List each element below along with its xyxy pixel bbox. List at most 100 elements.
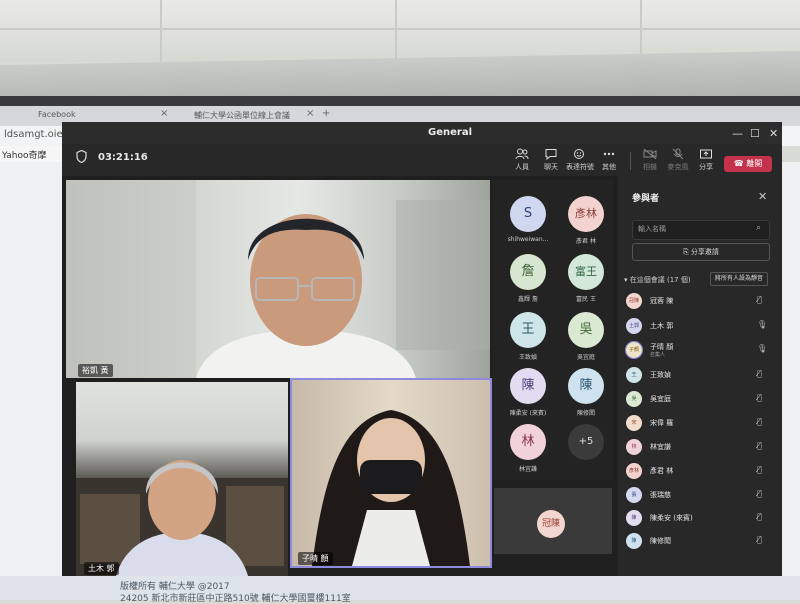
avatar-name: 陳修閎 <box>576 410 595 417</box>
participant-avatar: 張 <box>626 487 642 503</box>
mic-muted-icon: 🎙̸ <box>757 369 762 378</box>
avatar-tile[interactable]: 林 林宜謙 <box>498 424 558 473</box>
speaker-video <box>66 180 490 378</box>
close-icon[interactable]: ✕ <box>769 127 778 140</box>
avatar-tile[interactable]: 王 王致媜 <box>498 312 558 361</box>
toolbar-share-button[interactable]: 分享 <box>689 148 723 172</box>
avatar: 詹 <box>510 254 546 290</box>
avatar-name: 王致媜 <box>518 354 537 361</box>
participant-name: 王致媜 <box>650 371 671 379</box>
avatar-tile[interactable]: 陳 陳修閎 <box>556 368 616 417</box>
mic-muted-icon: 🎙̸ <box>757 465 762 474</box>
mic-muted-icon: 🎙̸ <box>757 295 762 304</box>
toolbar-more-button[interactable]: 其他 <box>592 148 626 172</box>
mute-all-button[interactable]: 將所有人設為靜音 <box>710 272 768 286</box>
avatar: 陳 <box>568 368 604 404</box>
more-participants-count: +5 <box>568 424 604 460</box>
avatar-tile[interactable]: 彥林 彥君 林 <box>556 196 616 245</box>
participant-name: 張瑞慈 <box>650 491 671 499</box>
participant-avatar: 土郭 <box>626 318 642 334</box>
video-tile-bottom-left[interactable]: 土木 郭 <box>76 382 288 576</box>
avatar-tile[interactable]: 詹 鑫輝 詹 <box>498 254 558 303</box>
share-invite-button[interactable]: ⎘ 分享邀請 <box>632 243 770 261</box>
in-meeting-section-header[interactable]: ▾ 在這個會議 (17 個) <box>624 275 691 285</box>
share-icon <box>700 149 712 159</box>
leave-label: 離開 <box>746 159 763 168</box>
chevron-down-icon: ▾ <box>624 276 628 284</box>
shield-icon <box>76 150 87 163</box>
share-invite-icon: ⎘ <box>683 248 689 256</box>
participant-row[interactable]: 吳 吳宜庭 🎙̸ <box>626 391 776 411</box>
participant-row[interactable]: 彥林 彥君 林 🎙̸ <box>626 463 776 483</box>
mic-off-icon <box>672 148 684 160</box>
mic-on-icon: 🎙 <box>757 320 768 329</box>
participant-row[interactable]: 子顏 子晴 顏 召集人 🎙 <box>625 341 776 362</box>
browser-tab-meeting[interactable]: 輔仁大學公函單位線上會議 <box>194 110 290 121</box>
participant-row[interactable]: 土郭 土木 郭 🎙 <box>626 318 776 338</box>
participant-avatar: 子顏 <box>625 341 643 359</box>
video-tile-main[interactable]: 裕凱 黃 <box>66 180 490 378</box>
ceiling-tile-line <box>0 28 800 30</box>
participant-video <box>76 460 288 576</box>
search-placeholder: 輸入名稱 <box>638 225 666 233</box>
participant-name: 宋偉 羅 <box>650 419 674 427</box>
mic-muted-icon: 🎙̸ <box>757 535 762 544</box>
avatar-name: 陳柔安 (來賓) <box>509 410 547 417</box>
participant-avatar: 彥林 <box>626 463 642 479</box>
panel-title: 參與者 <box>632 194 660 204</box>
avatar-name: 彥君 林 <box>576 238 596 245</box>
participant-row[interactable]: 冠陳 冠蓉 陳 🎙̸ <box>626 293 776 313</box>
new-tab-icon[interactable]: + <box>322 108 330 119</box>
participant-role: 召集人 <box>650 352 666 358</box>
participant-avatar: 吳 <box>626 391 642 407</box>
participant-avatar: 林 <box>626 439 642 455</box>
ceiling-tile-line <box>395 0 397 62</box>
participant-row[interactable]: 陳 陳柔安 (來賓) 🎙̸ <box>626 510 776 530</box>
avatar-name: shihweiwan... <box>507 236 549 243</box>
avatar-tile[interactable]: 富王 富民 王 <box>556 254 616 303</box>
mic-muted-icon: 🎙̸ <box>757 489 762 498</box>
toolbar-more-label: 其他 <box>602 163 616 171</box>
bookmark-yahoo[interactable]: Yahoo奇摩 <box>2 148 47 161</box>
mic-muted-icon: 🎙̸ <box>757 393 762 402</box>
participant-name: 彥君 林 <box>650 467 674 475</box>
ceiling-tile-line <box>640 0 642 62</box>
avatar-name: 吳宜庭 <box>576 354 595 361</box>
participant-row[interactable]: 張 張瑞慈 🎙̸ <box>626 487 776 507</box>
share-invite-label: 分享邀請 <box>690 248 719 256</box>
participant-row[interactable]: 王 王致媜 🎙̸ <box>626 367 776 387</box>
browser-tab-facebook[interactable]: Facebook <box>38 110 76 119</box>
people-icon <box>515 148 529 160</box>
participant-name-tag: 子晴 顏 <box>298 552 333 565</box>
avatar: 富王 <box>568 254 604 290</box>
phone-hangup-icon: ☎ <box>733 159 744 168</box>
search-icon: ⌕ <box>756 223 762 233</box>
tab-close-icon[interactable]: × <box>306 108 314 119</box>
avatar-tile[interactable]: S shihweiwan... <box>498 196 558 243</box>
avatar: 王 <box>510 312 546 348</box>
mic-muted-icon: 🎙̸ <box>757 417 762 426</box>
more-participants-tile[interactable]: +5 <box>556 424 616 460</box>
avatar-tile[interactable]: 吳 吳宜庭 <box>556 312 616 361</box>
tab-close-icon[interactable]: × <box>160 108 168 119</box>
window-title: General <box>428 127 472 138</box>
maximize-icon[interactable]: ☐ <box>750 127 760 140</box>
participant-avatar: 宋 <box>626 415 642 431</box>
participant-row[interactable]: 陳 陳修閎 🎙̸ <box>626 533 776 553</box>
participant-row[interactable]: 宋 宋偉 羅 🎙̸ <box>626 415 776 435</box>
close-icon[interactable]: ✕ <box>758 190 767 203</box>
avatar-tile[interactable]: 陳 陳柔安 (來賓) <box>498 368 558 417</box>
footer-address: 24205 新北市新莊區中正路510號 輔仁大學國璽樓111室 <box>120 594 351 604</box>
leave-button[interactable]: ☎ 離開 <box>724 156 772 172</box>
mic-muted-icon: 🎙̸ <box>757 441 762 450</box>
participant-name: 林宜謙 <box>650 443 671 451</box>
participant-row[interactable]: 林 林宜謙 🎙̸ <box>626 439 776 459</box>
participant-name: 土木 郭 <box>650 322 674 330</box>
self-avatar: 冠陳 <box>537 510 565 538</box>
participant-name: 冠蓉 陳 <box>650 297 674 305</box>
participant-name: 吳宜庭 <box>650 395 671 403</box>
camera-off-icon <box>643 148 657 160</box>
video-tile-bottom-right[interactable]: 子晴 顏 <box>290 378 492 568</box>
avatar: 彥林 <box>568 196 604 232</box>
minimize-icon[interactable]: — <box>732 127 743 140</box>
